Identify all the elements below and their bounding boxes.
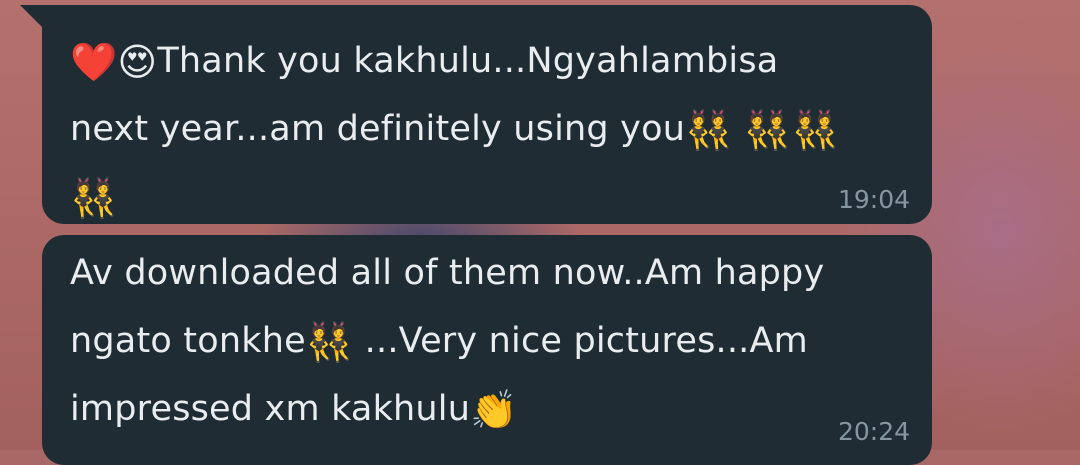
dancers-emoji: 👯 [743, 108, 792, 152]
message-line: ngato tonkhe👯 ...Very nice pictures...Am [70, 321, 808, 361]
incoming-message-bubble[interactable]: ❤️😍Thank you kakhulu...Ngyahlambisa next… [20, 5, 932, 224]
message-line: Av downloaded all of them now..Am happy [70, 253, 824, 293]
dancers-emoji: 👯 [791, 108, 839, 152]
dancers-emoji: 👯 [70, 176, 118, 220]
message-line: ❤️😍Thank you kakhulu...Ngyahlambisa [70, 41, 778, 81]
message-line-text: ngato tonkhe [70, 321, 306, 361]
message-line-text: ...Very nice pictures...Am [353, 321, 808, 361]
message-timestamp: 19:04 [837, 185, 910, 214]
heart-eyes-emoji: 😍 [117, 40, 158, 84]
message-line-text: Thank you kakhulu...Ngyahlambisa [157, 41, 779, 81]
message-line-text: next year...am definitely using you [70, 109, 686, 149]
incoming-message-bubble[interactable]: Av downloaded all of them now..Am happy … [42, 235, 932, 465]
message-line-text: Av downloaded all of them now..Am happy [70, 253, 825, 293]
chat-conversation: ❤️😍Thank you kakhulu...Ngyahlambisa next… [0, 0, 1080, 465]
message-timestamp: 20:24 [837, 417, 910, 446]
red-heart-emoji: ❤️ [70, 40, 118, 84]
message-line-text: impressed xm kakhulu [70, 389, 471, 429]
clapping-hands-emoji: 👏 [470, 388, 518, 432]
message-line: impressed xm kakhulu👏 [70, 389, 518, 429]
message-text: Av downloaded all of them now..Am happy … [70, 239, 892, 443]
message-text: ❤️😍Thank you kakhulu...Ngyahlambisa next… [70, 27, 892, 231]
dancers-emoji: 👯 [305, 320, 354, 364]
message-line: next year...am definitely using you👯 👯👯 … [70, 109, 850, 217]
dancers-emoji: 👯 [685, 108, 733, 152]
